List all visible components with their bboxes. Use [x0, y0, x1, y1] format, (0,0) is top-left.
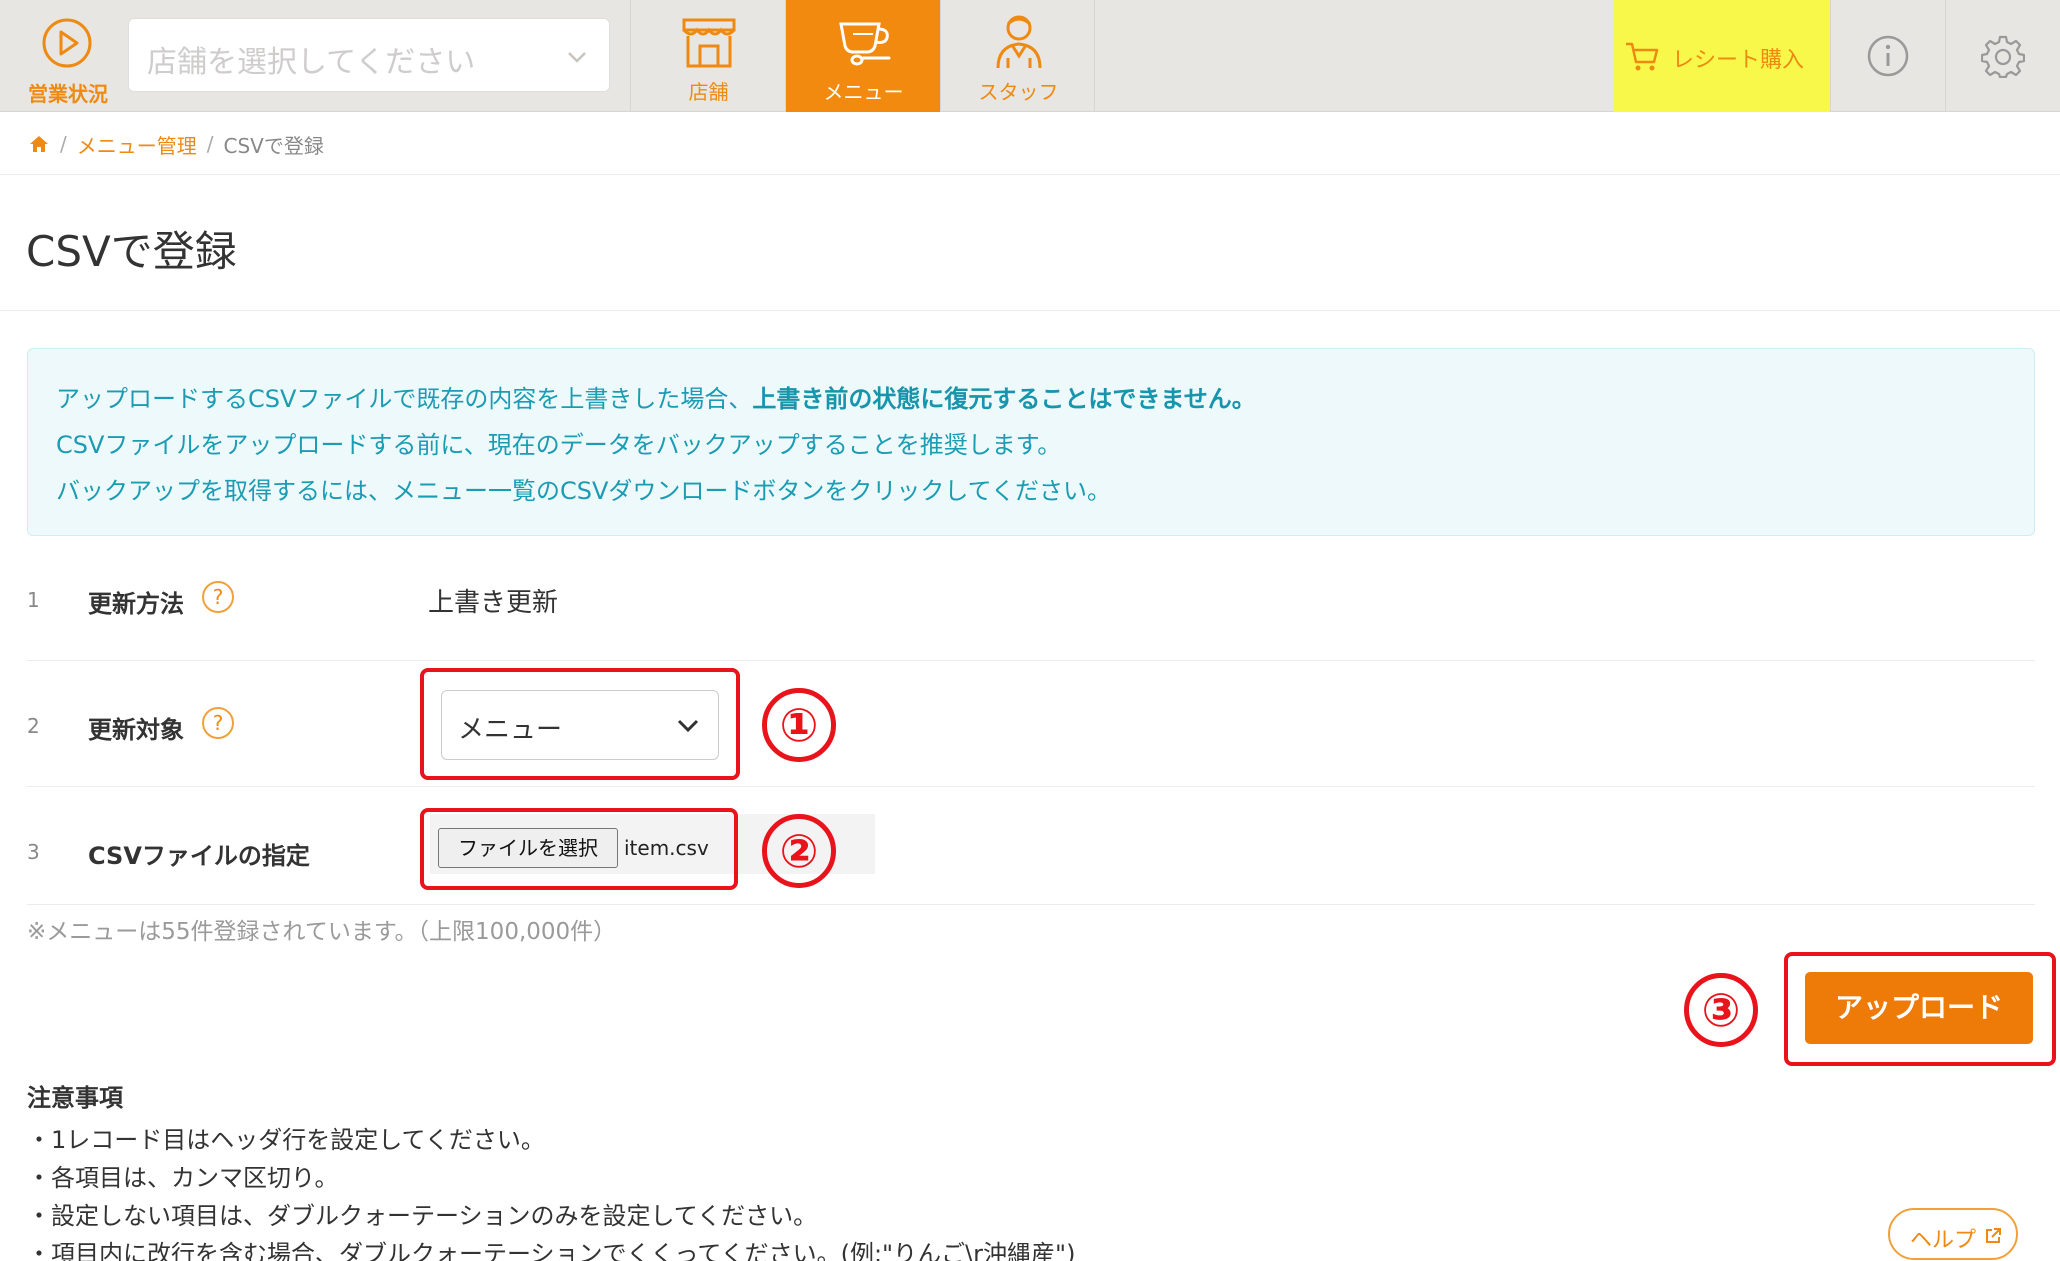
breadcrumb-current: CSVで登録 — [223, 133, 324, 158]
annotation-number-2: ② — [762, 814, 836, 888]
staff-icon — [996, 15, 1042, 69]
top-navigation-bar: 営業状況 店舗を選択してください 店舗 メニュー スタッフ レシート購入 — [0, 0, 2060, 112]
row-divider — [27, 786, 2035, 787]
update-method-help-icon[interactable]: ? — [202, 581, 234, 613]
note-item: ・設定しない項目は、ダブルクォーテーションのみを設定してください。 — [27, 1202, 818, 1230]
breadcrumb-separator: / — [206, 132, 214, 156]
notice-line-2: CSVファイルをアップロードする前に、現在のデータをバックアップすることを推奨し… — [56, 431, 1062, 459]
tab-store-label: 店舗 — [688, 80, 729, 104]
info-icon — [1867, 35, 1909, 77]
divider — [0, 174, 2060, 175]
overwrite-warning-notice: アップロードするCSVファイルで既存の内容を上書きした場合、上書き前の状態に復元… — [27, 348, 2035, 536]
page-title: CSVで登録 — [26, 227, 237, 276]
annotation-box-3 — [1784, 952, 2056, 1066]
update-target-label: 更新対象 — [88, 716, 184, 744]
row-divider — [27, 904, 2035, 905]
notice-line-1-emphasis: 上書き前の状態に復元することはできません。 — [752, 385, 1256, 413]
csv-file-label: CSVファイルの指定 — [88, 842, 310, 870]
annotation-box-2 — [420, 808, 738, 890]
tab-menu-label: メニュー — [823, 80, 904, 104]
row-number: 1 — [27, 588, 40, 612]
info-button[interactable] — [1830, 0, 1945, 112]
menu-count-note: ※メニューは55件登録されています。（上限100,000件） — [27, 919, 617, 945]
annotation-number-3: ③ — [1684, 973, 1758, 1047]
play-circle-icon — [40, 16, 94, 70]
gear-icon — [1981, 35, 2025, 78]
note-item: ・項目内に改行を含む場合、ダブルクォーテーションでくくってください。(例:"りん… — [27, 1240, 1076, 1261]
help-link-button[interactable]: ヘルプ — [1888, 1208, 2018, 1260]
receipt-purchase-button[interactable]: レシート購入 — [1614, 0, 1830, 112]
help-link-label: ヘルプ — [1910, 1228, 1977, 1253]
business-status-label: 営業状況 — [28, 82, 108, 106]
row-divider — [27, 660, 2035, 661]
chevron-down-icon — [568, 52, 586, 63]
business-status-button[interactable]: 営業状況 — [0, 0, 120, 112]
notes-title: 注意事項 — [27, 1084, 123, 1112]
divider — [0, 310, 2060, 311]
row-number: 2 — [27, 714, 40, 738]
tab-store[interactable]: 店舗 — [630, 0, 785, 112]
external-link-icon — [1986, 1228, 2001, 1243]
settings-button[interactable] — [1945, 0, 2060, 112]
notice-line-1: アップロードするCSVファイルで既存の内容を上書きした場合、上書き前の状態に復元… — [56, 379, 1256, 414]
notes-list: ・1レコード目はヘッダ行を設定してください。 ・各項目は、カンマ区切り。 ・設定… — [27, 1120, 1075, 1261]
breadcrumb-menu-management[interactable]: メニュー管理 — [77, 130, 197, 159]
notice-line-1-text: アップロードするCSVファイルで既存の内容を上書きした場合、 — [56, 385, 753, 413]
home-icon[interactable] — [28, 133, 50, 155]
note-item: ・各項目は、カンマ区切り。 — [27, 1164, 339, 1192]
store-icon — [682, 18, 736, 68]
cup-icon — [839, 22, 891, 66]
note-item: ・1レコード目はヘッダ行を設定してください。 — [27, 1126, 545, 1154]
tab-menu[interactable]: メニュー — [785, 0, 940, 112]
breadcrumb-separator: / — [60, 132, 67, 156]
breadcrumb: / メニュー管理 / CSVで登録 — [28, 128, 324, 160]
tab-staff[interactable]: スタッフ — [940, 0, 1095, 112]
update-method-value: 上書き更新 — [428, 588, 559, 618]
receipt-purchase-label: レシート購入 — [1672, 48, 1805, 73]
tab-staff-label: スタッフ — [978, 80, 1059, 104]
annotation-number-1: ① — [762, 688, 836, 762]
update-method-label: 更新方法 — [88, 590, 184, 618]
notice-line-3: バックアップを取得するには、メニュー一覧のCSVダウンロードボタンをクリックして… — [56, 477, 1111, 505]
row-number: 3 — [27, 840, 40, 864]
update-target-help-icon[interactable]: ? — [202, 707, 234, 739]
annotation-box-1 — [420, 668, 740, 780]
store-select-placeholder: 店舗を選択してください — [147, 45, 476, 80]
store-select-dropdown[interactable]: 店舗を選択してください — [128, 18, 610, 92]
cart-icon — [1626, 42, 1659, 71]
